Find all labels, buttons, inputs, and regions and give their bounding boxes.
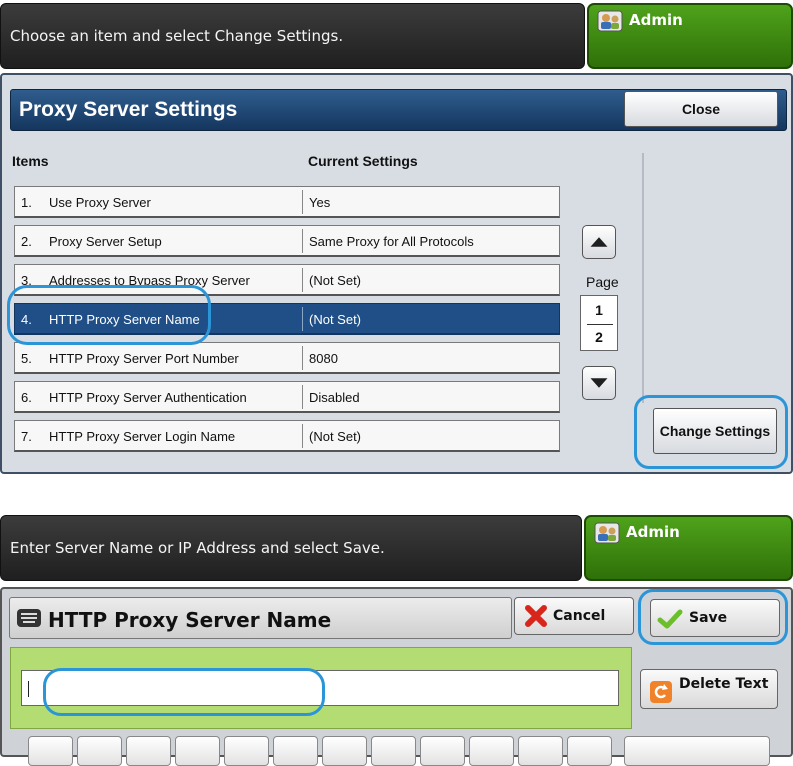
column-divider xyxy=(642,153,644,403)
settings-row[interactable]: 1. Use Proxy Server Yes xyxy=(14,186,560,218)
row-item-name: HTTP Proxy Server Login Name xyxy=(49,429,236,444)
top-admin-button[interactable]: Admin xyxy=(587,3,793,69)
server-name-entry-panel: HTTP Proxy Server Name Cancel Save Delet… xyxy=(0,587,793,766)
row-divider xyxy=(302,385,303,409)
keyboard-wide-key[interactable] xyxy=(624,736,770,766)
triangle-down-icon xyxy=(590,378,608,388)
row-current-value: Same Proxy for All Protocols xyxy=(309,234,474,249)
scroll-down-button[interactable] xyxy=(582,366,616,400)
keyboard-icon xyxy=(17,609,41,627)
close-button[interactable]: Close xyxy=(624,91,778,127)
row-number: 1. xyxy=(21,195,32,210)
row-current-value: 8080 xyxy=(309,351,338,366)
row-number: 2. xyxy=(21,234,32,249)
row-number: 5. xyxy=(21,351,32,366)
settings-row[interactable]: 6. HTTP Proxy Server Authentication Disabl… xyxy=(14,381,560,413)
top-message-text: Choose an item and select Change Setting… xyxy=(10,27,344,45)
row-number: 6. xyxy=(21,390,32,405)
top-message-bar: Choose an item and select Change Setting… xyxy=(0,3,585,69)
row-divider xyxy=(302,307,303,331)
proxy-settings-panel: Proxy Server Settings Close Items Curren… xyxy=(0,73,793,474)
settings-row[interactable]: 7. HTTP Proxy Server Login Name (Not Set) xyxy=(14,420,560,452)
save-highlight xyxy=(638,589,788,645)
keyboard-key[interactable] xyxy=(77,736,122,766)
keyboard-key[interactable] xyxy=(322,736,367,766)
keyboard-key[interactable] xyxy=(567,736,612,766)
cancel-label: Cancel xyxy=(553,608,606,624)
keyboard-key[interactable] xyxy=(420,736,465,766)
page-indicator: 1 2 xyxy=(580,295,618,351)
red-x-icon xyxy=(525,605,547,627)
bottom-message-text: Enter Server Name or IP Address and sele… xyxy=(10,539,385,557)
delete-text-label: Delete Text xyxy=(679,676,769,692)
keyboard-key[interactable] xyxy=(28,736,73,766)
change-settings-highlight xyxy=(634,395,788,469)
input-highlight xyxy=(43,668,325,716)
row-divider xyxy=(302,424,303,448)
keyboard-key[interactable] xyxy=(224,736,269,766)
row-number: 7. xyxy=(21,429,32,444)
row-divider xyxy=(302,268,303,292)
bottom-message-bar: Enter Server Name or IP Address and sele… xyxy=(0,515,582,581)
row-highlight xyxy=(7,285,211,345)
keyboard-key[interactable] xyxy=(273,736,318,766)
admin-user-icon xyxy=(597,10,623,32)
entry-title-bar: HTTP Proxy Server Name xyxy=(9,597,512,639)
row-divider xyxy=(302,190,303,214)
page-fraction-line xyxy=(587,324,613,325)
top-admin-label: Admin xyxy=(629,11,683,29)
row-item-name: HTTP Proxy Server Port Number xyxy=(49,351,239,366)
row-item-name: Proxy Server Setup xyxy=(49,234,162,249)
current-settings-column-header: Current Settings xyxy=(308,153,418,169)
page-current: 1 xyxy=(595,302,603,318)
bottom-admin-button[interactable]: Admin xyxy=(584,515,793,581)
row-current-value: (Not Set) xyxy=(309,273,362,288)
text-cursor xyxy=(28,681,29,697)
keyboard-key[interactable] xyxy=(469,736,514,766)
row-item-name: Use Proxy Server xyxy=(49,195,151,210)
keyboard-key[interactable] xyxy=(371,736,416,766)
bottom-admin-label: Admin xyxy=(626,523,680,541)
settings-row[interactable]: 5. HTTP Proxy Server Port Number 8080 xyxy=(14,342,560,374)
scroll-up-button[interactable] xyxy=(582,225,616,259)
delete-text-button[interactable]: Delete Text xyxy=(640,669,778,709)
text-entry-area xyxy=(10,647,632,729)
keyboard-key[interactable] xyxy=(126,736,171,766)
page-total: 2 xyxy=(595,329,603,345)
page-label: Page xyxy=(586,274,619,290)
page-title: Proxy Server Settings xyxy=(19,98,238,121)
row-divider xyxy=(302,229,303,253)
row-current-value: (Not Set) xyxy=(309,312,362,327)
keyboard-key[interactable] xyxy=(175,736,220,766)
row-current-value: Yes xyxy=(309,195,331,210)
row-current-value: (Not Set) xyxy=(309,429,362,444)
items-column-header: Items xyxy=(12,153,49,169)
cancel-button[interactable]: Cancel xyxy=(514,597,634,635)
row-current-value: Disabled xyxy=(309,390,360,405)
close-button-label: Close xyxy=(681,101,721,117)
admin-user-icon xyxy=(594,522,620,544)
settings-row[interactable]: 2. Proxy Server Setup Same Proxy for All P… xyxy=(14,225,560,257)
triangle-up-icon xyxy=(590,237,608,247)
orange-undo-icon xyxy=(650,681,672,703)
row-divider xyxy=(302,346,303,370)
entry-title: HTTP Proxy Server Name xyxy=(48,608,332,632)
keyboard-key[interactable] xyxy=(518,736,563,766)
row-item-name: HTTP Proxy Server Authentication xyxy=(49,390,247,405)
